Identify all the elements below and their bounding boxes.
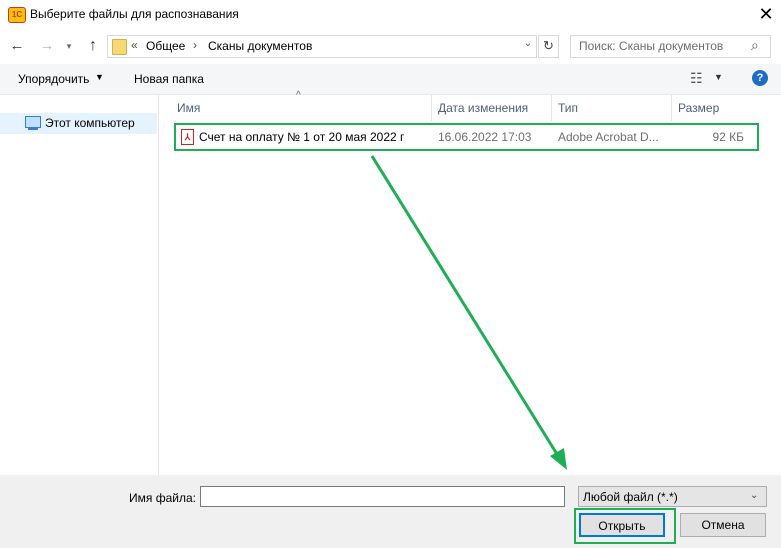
forward-button[interactable]: → bbox=[38, 36, 56, 56]
annotation-arrow-line bbox=[370, 155, 562, 460]
open-button[interactable]: Открыть bbox=[579, 513, 665, 537]
file-type-select[interactable]: Любой файл (*.*) ⌄ bbox=[578, 486, 767, 507]
file-type: Adobe Acrobat D... bbox=[558, 130, 659, 144]
chevron-down-icon[interactable]: ▼ bbox=[95, 72, 104, 82]
file-date: 16.06.2022 17:03 bbox=[438, 130, 532, 144]
pdf-file-icon: ⅄ bbox=[181, 129, 194, 145]
view-options-icon[interactable]: ☷ bbox=[690, 70, 703, 87]
breadcrumb-item-general[interactable]: Общее bbox=[146, 39, 185, 53]
chevron-down-icon[interactable]: ⌄ bbox=[521, 38, 535, 49]
dialog-footer: Имя файла: Любой файл (*.*) ⌄ Открыть От… bbox=[0, 475, 781, 548]
annotation-arrow-head bbox=[550, 448, 567, 470]
sort-ascending-icon: ^ bbox=[296, 90, 301, 101]
breadcrumb-overflow-icon[interactable]: « bbox=[131, 38, 138, 52]
help-icon[interactable]: ? bbox=[752, 70, 768, 86]
new-folder-button[interactable]: Новая папка bbox=[134, 72, 204, 86]
file-size: 92 КБ bbox=[712, 130, 744, 144]
cancel-button[interactable]: Отмена bbox=[680, 513, 766, 537]
sidebar-item-this-pc[interactable]: Этот компьютер bbox=[0, 113, 157, 134]
search-icon: ⌕ bbox=[751, 37, 759, 53]
column-divider[interactable] bbox=[431, 95, 432, 121]
file-row[interactable]: ⅄ Счет на оплату № 1 от 20 мая 2022 г 16… bbox=[174, 123, 759, 151]
folder-icon bbox=[112, 39, 127, 55]
sidebar-item-label: Этот компьютер bbox=[45, 116, 135, 130]
breadcrumb-separator-icon[interactable]: › bbox=[193, 38, 197, 52]
computer-icon-base bbox=[28, 128, 38, 130]
app-logo-icon: 1C bbox=[8, 7, 26, 23]
column-header-size[interactable]: Размер bbox=[678, 101, 719, 115]
back-button[interactable]: ← bbox=[8, 36, 26, 56]
window-title: Выберите файлы для распознавания bbox=[30, 7, 239, 21]
computer-icon bbox=[25, 116, 41, 128]
up-button[interactable]: ↑ bbox=[84, 36, 102, 56]
column-header-date[interactable]: Дата изменения bbox=[438, 101, 528, 115]
navigation-pane: Этот компьютер bbox=[0, 95, 159, 475]
chevron-down-icon[interactable]: ⌄ bbox=[750, 490, 758, 501]
filename-input[interactable] bbox=[200, 486, 565, 507]
chevron-down-icon[interactable]: ▼ bbox=[714, 72, 723, 82]
column-divider[interactable] bbox=[671, 95, 672, 121]
recent-locations-chevron-icon[interactable]: ▾ bbox=[62, 36, 76, 56]
column-header-type[interactable]: Тип bbox=[558, 101, 578, 115]
breadcrumb-item-scans[interactable]: Сканы документов bbox=[208, 39, 312, 53]
filename-label: Имя файла: bbox=[129, 491, 196, 505]
refresh-button[interactable]: ↻ bbox=[538, 35, 559, 58]
search-placeholder: Поиск: Сканы документов bbox=[579, 39, 724, 53]
address-bar[interactable]: « Общее › Сканы документов ⌄ bbox=[107, 35, 537, 58]
title-bar: 1C Выберите файлы для распознавания ✕ bbox=[0, 0, 781, 30]
search-input[interactable]: Поиск: Сканы документов ⌕ bbox=[570, 35, 771, 58]
column-header-name[interactable]: Имя bbox=[177, 101, 200, 115]
organize-button[interactable]: Упорядочить bbox=[18, 72, 89, 86]
file-name: Счет на оплату № 1 от 20 мая 2022 г bbox=[199, 130, 405, 144]
file-type-selected-value: Любой файл (*.*) bbox=[583, 490, 678, 504]
close-icon[interactable]: ✕ bbox=[755, 3, 777, 25]
column-divider[interactable] bbox=[551, 95, 552, 121]
command-bar: Упорядочить ▼ Новая папка ☷ ▼ ? bbox=[0, 64, 781, 95]
